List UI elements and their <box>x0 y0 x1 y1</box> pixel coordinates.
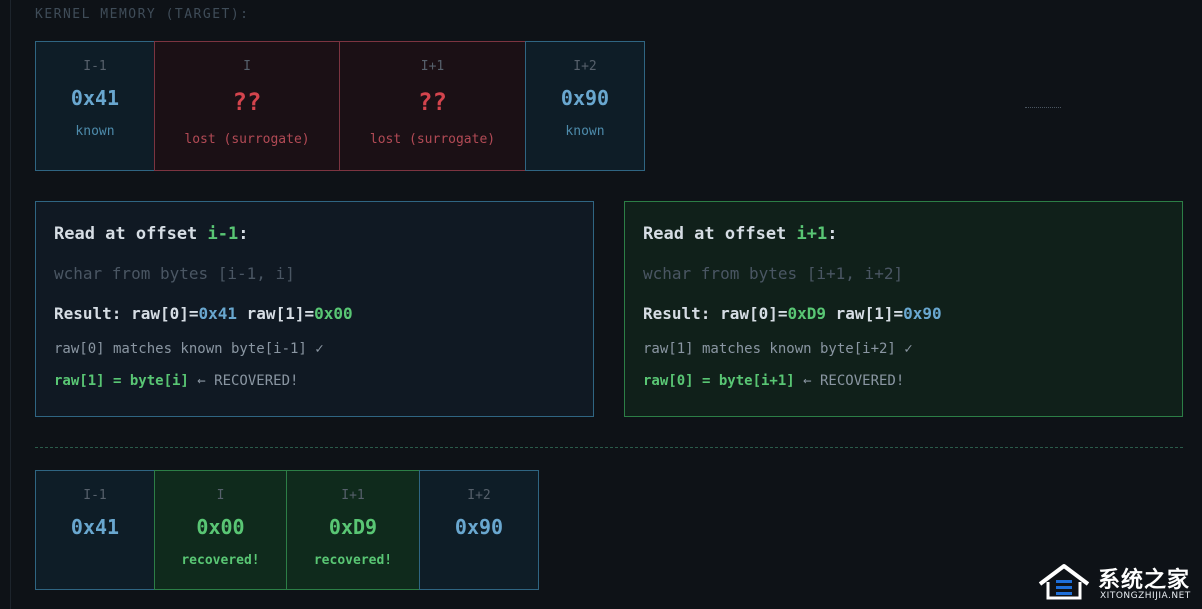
house-logo-icon <box>1038 564 1090 600</box>
memory-cell: I+2 0x90 <box>419 470 539 590</box>
result-prefix: Result: raw[0]= <box>54 304 199 323</box>
cell-note: recovered! <box>181 553 260 568</box>
memory-cell: I-1 0x41 <box>35 470 155 590</box>
cell-value: ?? <box>232 88 262 116</box>
raw1-value: 0x90 <box>903 304 942 323</box>
panel-source: wchar from bytes [i-1, i] <box>54 264 295 283</box>
cell-value: 0x90 <box>454 515 504 539</box>
cell-index: I <box>243 59 251 74</box>
memory-cell: I+1 0xD9 recovered! <box>286 470 420 590</box>
cell-index: I-1 <box>83 59 107 74</box>
cell-index: I+1 <box>420 59 445 74</box>
cell-index: I-1 <box>83 488 107 503</box>
cell-index: I+1 <box>341 488 365 503</box>
result-mid: raw[1]= <box>826 304 904 323</box>
raw0-value: 0x41 <box>198 304 238 323</box>
cell-index: I <box>216 488 225 503</box>
cell-index: I+2 <box>467 488 491 503</box>
panel-match: raw[1] matches known byte[i+2] ✓ <box>643 341 913 357</box>
recovered-code: raw[1] = byte[i] <box>54 373 189 389</box>
title-offset: i-1 <box>207 224 239 244</box>
cell-note: lost (surrogate) <box>184 132 310 147</box>
cell-value: 0x00 <box>196 515 245 539</box>
panel-match: raw[0] matches known byte[i-1] ✓ <box>54 341 324 357</box>
cell-note: known <box>565 124 605 139</box>
result-prefix: Result: raw[0]= <box>643 304 788 323</box>
watermark: 系统之家 XITONGZHIJIA.NET <box>1026 558 1202 609</box>
panel-title: Read at offset i-1: <box>54 224 575 248</box>
read-panel-left: Read at offset i-1: wchar from bytes [i-… <box>35 201 594 417</box>
raw0-value: 0xD9 <box>787 304 827 323</box>
panel-result: Result: raw[0]=0x41 raw[1]=0x00 <box>54 304 575 326</box>
cell-value: ?? <box>418 88 447 116</box>
memory-cells-target: I-1 0x41 known I ?? lost (surrogate) I+1… <box>35 41 645 171</box>
cell-note: recovered! <box>313 553 393 568</box>
cell-value: 0xD9 <box>328 515 378 539</box>
panel-result: Result: raw[0]=0xD9 raw[1]=0x90 <box>643 304 1164 326</box>
read-panel-right: Read at offset i+1: wchar from bytes [i+… <box>624 201 1183 417</box>
cell-value: 0x90 <box>560 86 610 110</box>
recovered-text: ← RECOVERED! <box>188 373 299 389</box>
cell-value: 0x41 <box>70 515 120 539</box>
cell-value: 0x41 <box>70 86 120 110</box>
left-rule <box>10 0 11 609</box>
dotted-mark <box>1025 107 1061 108</box>
memory-cells-recovered: I-1 0x41 I 0x00 recovered! I+1 0xD9 reco… <box>35 470 539 590</box>
title-prefix: Read at offset <box>54 224 208 244</box>
title-prefix: Read at offset <box>643 224 797 244</box>
section-divider <box>35 447 1183 448</box>
memory-cell: I+1 ?? lost (surrogate) <box>339 41 526 171</box>
title-offset: i+1 <box>796 224 828 244</box>
recovered-code: raw[0] = byte[i+1] <box>643 373 795 389</box>
watermark-subtitle: XITONGZHIJIA.NET <box>1100 591 1191 601</box>
memory-cell: I 0x00 recovered! <box>154 470 287 590</box>
cell-note: lost (surrogate) <box>369 132 496 147</box>
title-suffix: : <box>238 224 249 244</box>
memory-cell: I-1 0x41 known <box>35 41 155 171</box>
cell-index: I+2 <box>573 59 597 74</box>
result-mid: raw[1]= <box>237 304 315 323</box>
panel-title: Read at offset i+1: <box>643 224 1164 248</box>
watermark-title: 系统之家 <box>1098 568 1191 593</box>
raw1-value: 0x00 <box>314 304 353 323</box>
cell-note: known <box>75 124 115 139</box>
memory-cell: I ?? lost (surrogate) <box>154 41 340 171</box>
section-heading: KERNEL MEMORY (TARGET): <box>35 7 250 22</box>
panel-recovered: raw[0] = byte[i+1] ← RECOVERED! <box>643 373 1164 393</box>
title-suffix: : <box>827 224 838 244</box>
panel-source: wchar from bytes [i+1, i+2] <box>643 264 904 283</box>
recovered-text: ← RECOVERED! <box>794 373 905 389</box>
panel-recovered: raw[1] = byte[i] ← RECOVERED! <box>54 373 575 393</box>
memory-cell: I+2 0x90 known <box>525 41 645 171</box>
